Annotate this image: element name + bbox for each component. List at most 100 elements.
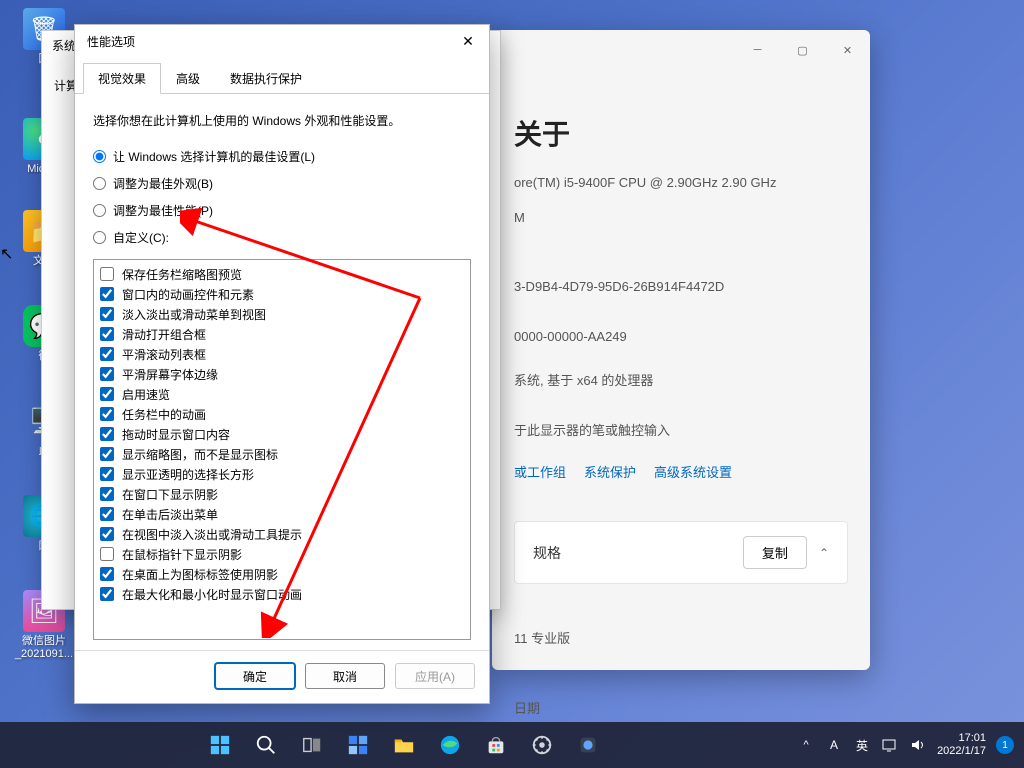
store-icon xyxy=(485,734,507,756)
effects-checklist[interactable]: 保存任务栏缩略图预览窗口内的动画控件和元素淡入淡出或滑动菜单到视图滑动打开组合框… xyxy=(93,259,471,640)
close-button[interactable]: ✕ xyxy=(825,36,870,64)
effect-checkbox-row[interactable]: 淡入淡出或滑动菜单到视图 xyxy=(100,304,464,324)
copy-button[interactable]: 复制 xyxy=(743,536,807,569)
effect-checkbox[interactable] xyxy=(100,367,114,381)
effect-checkbox[interactable] xyxy=(100,407,114,421)
perf-titlebar: 性能选项 ✕ xyxy=(75,25,489,57)
effect-label: 显示缩略图，而不是显示图标 xyxy=(122,446,278,463)
effect-checkbox-row[interactable]: 任务栏中的动画 xyxy=(100,404,464,424)
effect-checkbox-row[interactable]: 显示缩略图，而不是显示图标 xyxy=(100,444,464,464)
volume-tray-icon[interactable] xyxy=(909,736,927,754)
effect-checkbox[interactable] xyxy=(100,467,114,481)
link-workgroup[interactable]: 或工作组 xyxy=(514,462,566,481)
effect-checkbox[interactable] xyxy=(100,567,114,581)
effect-checkbox-row[interactable]: 在鼠标指针下显示阴影 xyxy=(100,544,464,564)
effect-checkbox-row[interactable]: 拖动时显示窗口内容 xyxy=(100,424,464,444)
store-button[interactable] xyxy=(476,725,516,765)
effect-label: 淡入淡出或滑动菜单到视图 xyxy=(122,306,266,323)
ok-button[interactable]: 确定 xyxy=(215,663,295,689)
perf-close-button[interactable]: ✕ xyxy=(455,30,481,52)
effect-checkbox-row[interactable]: 在桌面上为图标标签使用阴影 xyxy=(100,564,464,584)
notification-badge[interactable]: 1 xyxy=(996,736,1014,754)
spec-row[interactable]: 规格 复制 ⌃ xyxy=(514,521,848,584)
effect-checkbox[interactable] xyxy=(100,447,114,461)
maximize-button[interactable]: ▢ xyxy=(780,36,825,64)
apply-button[interactable]: 应用(A) xyxy=(395,663,475,689)
mouse-cursor-icon: ↖ xyxy=(0,244,13,264)
effect-checkbox[interactable] xyxy=(100,387,114,401)
settings-links: 或工作组 系统保护 高级系统设置 xyxy=(514,462,848,481)
search-icon xyxy=(255,734,277,756)
taskbar-clock[interactable]: 17:01 2022/1/17 xyxy=(937,732,986,758)
effect-checkbox-row[interactable]: 在视图中淡入淡出或滑动工具提示 xyxy=(100,524,464,544)
effect-checkbox[interactable] xyxy=(100,267,114,281)
effect-checkbox-row[interactable]: 显示亚透明的选择长方形 xyxy=(100,464,464,484)
search-button[interactable] xyxy=(246,725,286,765)
tab-dep[interactable]: 数据执行保护 xyxy=(215,63,317,94)
effect-checkbox[interactable] xyxy=(100,507,114,521)
radio-performance[interactable]: 调整为最佳性能(P) xyxy=(93,202,471,219)
effect-label: 窗口内的动画控件和元素 xyxy=(122,286,254,303)
spec-label: 规格 xyxy=(533,543,743,563)
clock-time: 17:01 xyxy=(937,732,986,745)
taskview-icon xyxy=(301,734,323,756)
link-protection[interactable]: 系统保护 xyxy=(584,462,636,481)
radio-auto-input[interactable] xyxy=(93,150,106,163)
device-id: 3-D9B4-4D79-95D6-26B914F4472D xyxy=(514,277,848,297)
taskview-button[interactable] xyxy=(292,725,332,765)
tab-advanced[interactable]: 高级 xyxy=(161,63,215,94)
effect-checkbox[interactable] xyxy=(100,427,114,441)
effect-checkbox-row[interactable]: 滑动打开组合框 xyxy=(100,324,464,344)
edge-button[interactable] xyxy=(430,725,470,765)
network-tray-icon[interactable] xyxy=(881,736,899,754)
effect-checkbox[interactable] xyxy=(100,327,114,341)
radio-appearance[interactable]: 调整为最佳外观(B) xyxy=(93,175,471,192)
gear-icon xyxy=(531,734,553,756)
explorer-button[interactable] xyxy=(384,725,424,765)
effect-checkbox[interactable] xyxy=(100,287,114,301)
link-advanced[interactable]: 高级系统设置 xyxy=(654,462,732,481)
radio-appearance-input[interactable] xyxy=(93,177,106,190)
effect-checkbox-row[interactable]: 窗口内的动画控件和元素 xyxy=(100,284,464,304)
ime-lang[interactable]: 英 xyxy=(853,736,871,754)
radio-auto[interactable]: 让 Windows 选择计算机的最佳设置(L) xyxy=(93,148,471,165)
settings-button[interactable] xyxy=(522,725,562,765)
app-button[interactable] xyxy=(568,725,608,765)
radio-custom-input[interactable] xyxy=(93,231,106,244)
date-label: 日期 xyxy=(514,699,848,719)
start-button[interactable] xyxy=(200,725,240,765)
page-title: 关于 xyxy=(514,113,848,153)
pen-info: 于此显示器的笔或触控输入 xyxy=(514,421,848,441)
effect-label: 在单击后淡出菜单 xyxy=(122,506,218,523)
effect-checkbox[interactable] xyxy=(100,587,114,601)
minimize-button[interactable]: ─ xyxy=(735,36,780,64)
app-icon xyxy=(577,734,599,756)
folder-icon xyxy=(393,734,415,756)
widgets-icon xyxy=(347,734,369,756)
tab-visual-effects[interactable]: 视觉效果 xyxy=(83,63,161,94)
effect-checkbox[interactable] xyxy=(100,347,114,361)
effect-checkbox[interactable] xyxy=(100,307,114,321)
effect-label: 平滑屏幕字体边缘 xyxy=(122,366,218,383)
effect-checkbox-row[interactable]: 平滑滚动列表框 xyxy=(100,344,464,364)
radio-custom[interactable]: 自定义(C): xyxy=(93,229,471,246)
radio-performance-input[interactable] xyxy=(93,204,106,217)
cancel-button[interactable]: 取消 xyxy=(305,663,385,689)
effect-checkbox-row[interactable]: 在最大化和最小化时显示窗口动画 xyxy=(100,584,464,604)
effect-label: 保存任务栏缩略图预览 xyxy=(122,266,242,283)
effect-label: 在视图中淡入淡出或滑动工具提示 xyxy=(122,526,302,543)
tray-chevron[interactable]: ^ xyxy=(797,736,815,754)
effect-checkbox-row[interactable]: 启用速览 xyxy=(100,384,464,404)
product-id: 0000-00000-AA249 xyxy=(514,327,848,347)
effect-checkbox[interactable] xyxy=(100,527,114,541)
widgets-button[interactable] xyxy=(338,725,378,765)
effect-checkbox-row[interactable]: 在窗口下显示阴影 xyxy=(100,484,464,504)
ime-mode[interactable]: A xyxy=(825,736,843,754)
effect-checkbox-row[interactable]: 保存任务栏缩略图预览 xyxy=(100,264,464,284)
effect-checkbox[interactable] xyxy=(100,487,114,501)
taskbar-center xyxy=(10,725,797,765)
perf-tabs: 视觉效果 高级 数据执行保护 xyxy=(75,57,489,94)
effect-checkbox-row[interactable]: 在单击后淡出菜单 xyxy=(100,504,464,524)
effect-checkbox-row[interactable]: 平滑屏幕字体边缘 xyxy=(100,364,464,384)
effect-checkbox[interactable] xyxy=(100,547,114,561)
